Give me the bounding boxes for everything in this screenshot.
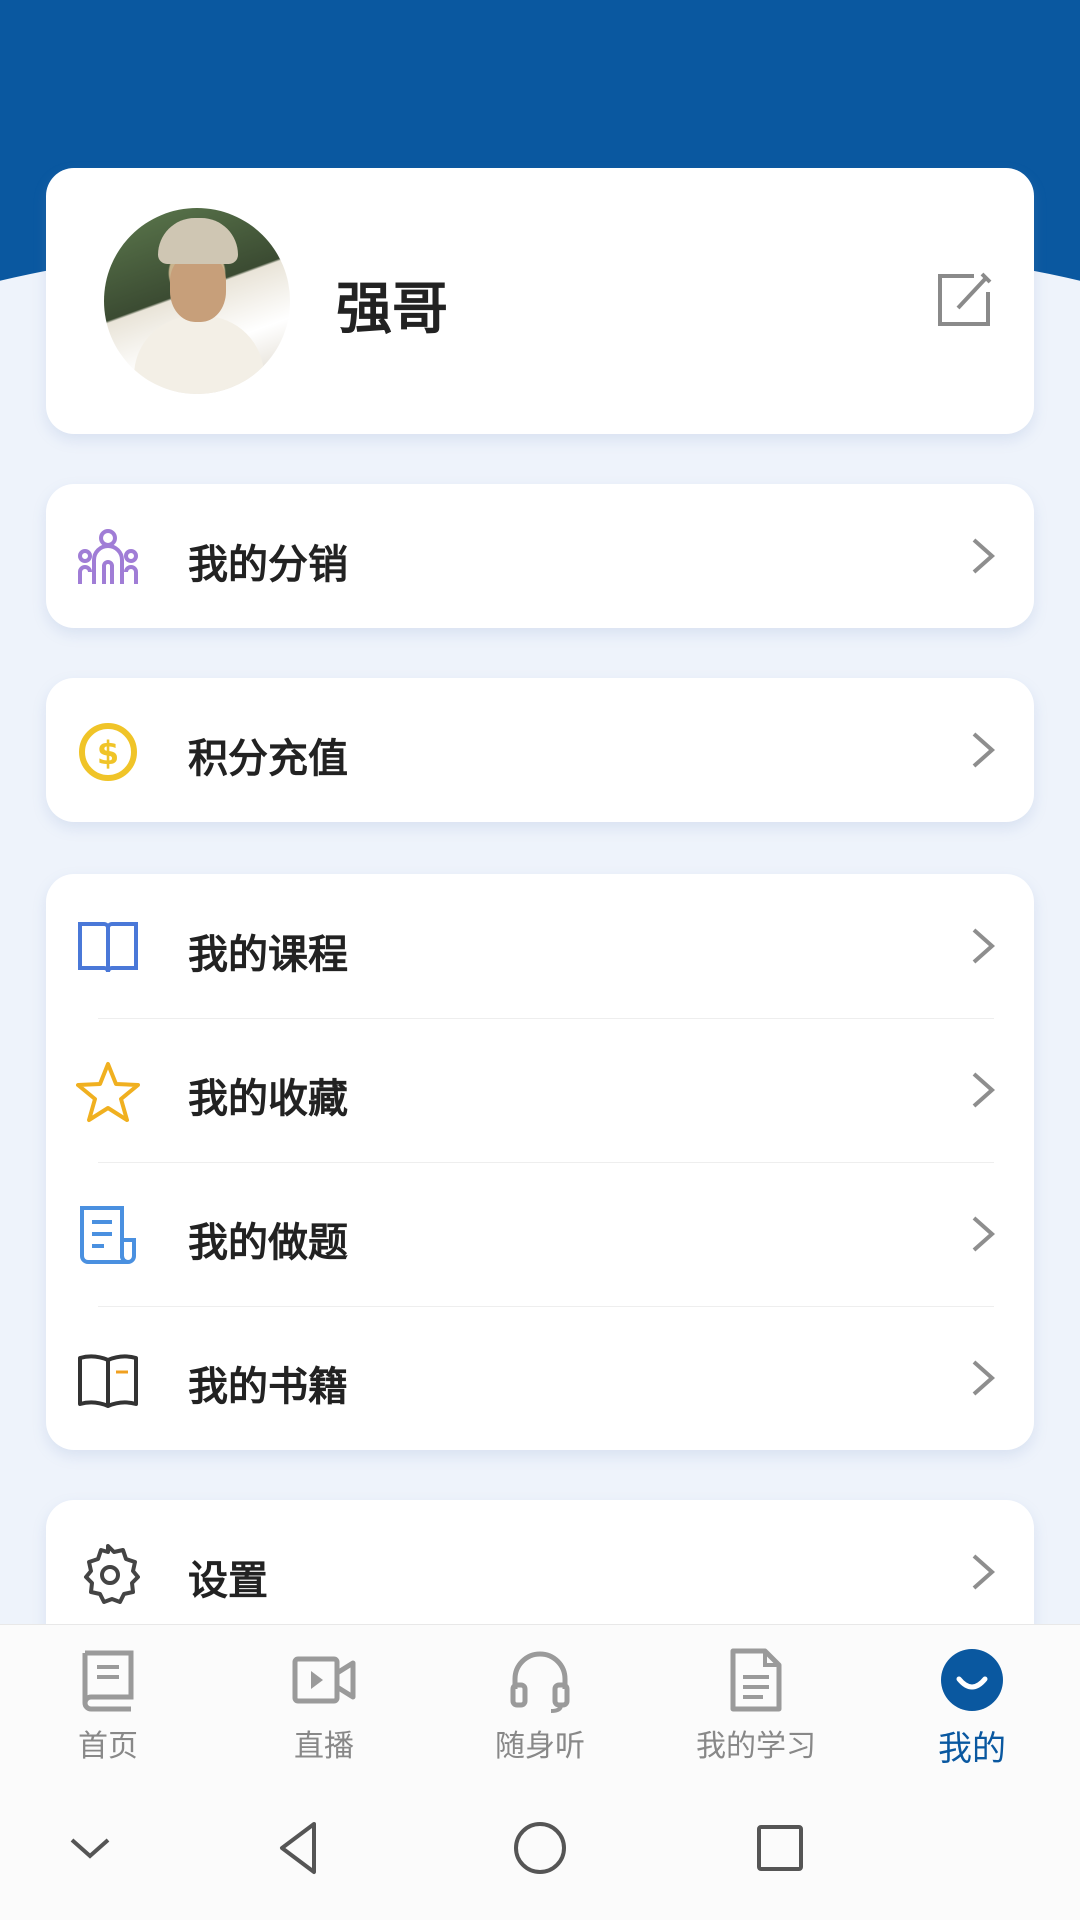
edit-icon[interactable] [934, 270, 994, 330]
chevron-down-icon[interactable] [58, 1816, 122, 1880]
menu-label: 我的分销 [188, 542, 348, 588]
book-icon [82, 1650, 134, 1712]
avatar-robe [134, 316, 264, 394]
menu-item-favorites[interactable]: 我的收藏 [46, 1018, 1034, 1162]
smile-icon [941, 1649, 1003, 1711]
screen: 强哥 我的分销 $ 积分充值 我的课程 我的收藏 我的做题 我的书籍 设置 首页… [0, 0, 1080, 1920]
profile-name: 强哥 [336, 277, 448, 342]
menu-label: 我的课程 [188, 932, 348, 978]
menu-label: 我的书籍 [188, 1364, 348, 1410]
profile-card[interactable]: 强哥 [46, 168, 1034, 434]
tab-mine[interactable]: 我的 [864, 1647, 1080, 1769]
menu-item-courses[interactable]: 我的课程 [46, 874, 1034, 1018]
tab-label: 随身听 [495, 1729, 585, 1764]
book-open-icon [78, 1354, 138, 1408]
document-icon [730, 1648, 782, 1712]
distribution-card: 我的分销 [46, 484, 1034, 628]
document-list-icon [80, 1206, 136, 1264]
tab-my-study[interactable]: 我的学习 [648, 1647, 864, 1767]
points-card: $ 积分充值 [46, 678, 1034, 822]
chevron-right-icon [972, 538, 996, 574]
tab-label: 直播 [294, 1729, 354, 1764]
bottom-tab-bar: 首页 直播 随身听 我的学习 我的 [0, 1624, 1080, 1776]
tab-home[interactable]: 首页 [0, 1647, 216, 1767]
avatar-hat [158, 218, 238, 264]
menu-item-points-recharge[interactable]: $ 积分充值 [46, 678, 1034, 822]
tab-listen[interactable]: 随身听 [432, 1647, 648, 1767]
tab-label: 我的学习 [696, 1729, 816, 1764]
chevron-right-icon [972, 1216, 996, 1252]
menu-item-distribution[interactable]: 我的分销 [46, 484, 1034, 628]
learning-menu-card: 我的课程 我的收藏 我的做题 我的书籍 [46, 874, 1034, 1450]
back-icon[interactable] [268, 1816, 332, 1880]
avatar[interactable] [104, 208, 290, 394]
menu-label: 设置 [188, 1558, 268, 1604]
recent-apps-icon[interactable] [748, 1816, 812, 1880]
people-icon [78, 529, 138, 584]
menu-item-exercises[interactable]: 我的做题 [46, 1162, 1034, 1306]
tab-label: 我的 [938, 1729, 1006, 1769]
menu-item-books[interactable]: 我的书籍 [46, 1306, 1034, 1450]
video-camera-icon [292, 1656, 356, 1704]
chevron-right-icon [972, 1360, 996, 1396]
chevron-right-icon [972, 732, 996, 768]
tab-live[interactable]: 直播 [216, 1647, 432, 1767]
chevron-right-icon [972, 1554, 996, 1590]
gear-icon [84, 1544, 140, 1604]
coin-icon: $ [79, 723, 137, 781]
chevron-right-icon [972, 1072, 996, 1108]
chevron-right-icon [972, 928, 996, 964]
svg-text:$: $ [97, 734, 119, 772]
headphones-icon [510, 1651, 570, 1713]
avatar-face [170, 254, 226, 322]
menu-label: 我的收藏 [188, 1076, 348, 1122]
home-circle-icon[interactable] [508, 1816, 572, 1880]
open-book-icon [78, 922, 138, 973]
system-navigation-bar [0, 1776, 1080, 1920]
menu-item-settings[interactable]: 设置 [46, 1500, 1034, 1644]
star-icon [76, 1062, 140, 1122]
tab-label: 首页 [78, 1729, 138, 1764]
menu-label: 积分充值 [188, 736, 348, 782]
menu-label: 我的做题 [188, 1220, 348, 1266]
